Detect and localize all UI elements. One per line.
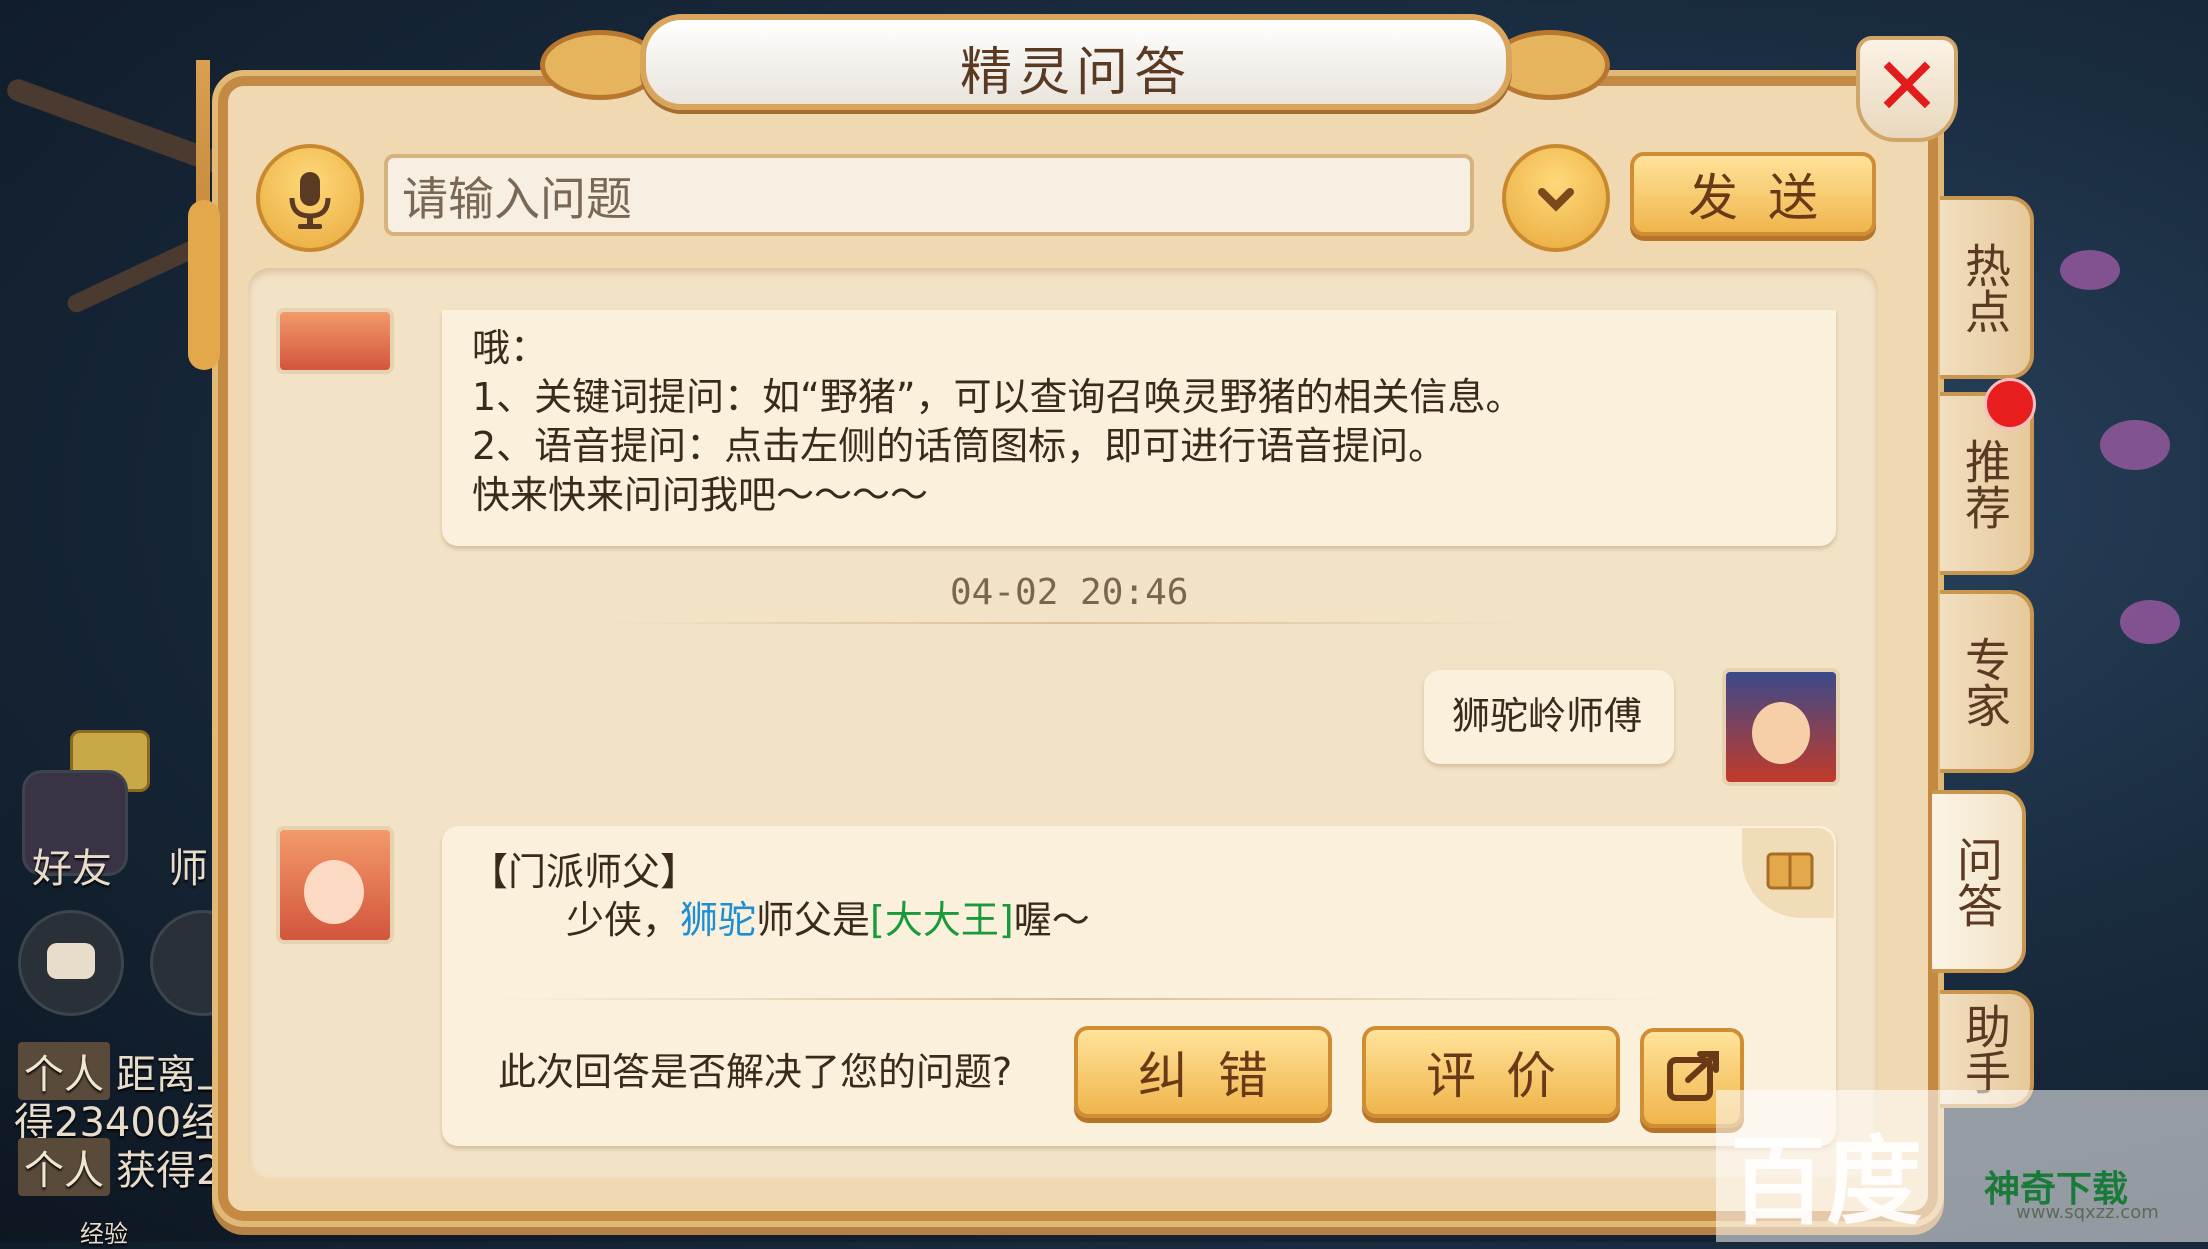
- spirit-avatar: [276, 826, 394, 944]
- microphone-icon: [289, 172, 331, 229]
- message-timestamp: 04-02 20:46: [950, 572, 1189, 613]
- chevron-down-icon: [1538, 188, 1574, 212]
- dialog-title: 精灵问答: [959, 43, 1192, 103]
- intro-line: 哦：: [472, 326, 549, 370]
- watermark: 百度 神奇下载 www.sqxzz.com: [1716, 1090, 2208, 1242]
- background-blossom: [2100, 420, 2170, 470]
- background-blossom: [2120, 600, 2180, 644]
- send-button[interactable]: 发送: [1630, 152, 1876, 236]
- question-input[interactable]: 请输入问题: [384, 154, 1474, 236]
- rate-button[interactable]: 评价: [1362, 1026, 1620, 1118]
- answer-text: 少侠，狮驼师父是[大大王]喔～: [566, 898, 1090, 942]
- tab-qa[interactable]: 问答: [1932, 790, 2026, 973]
- user-avatar: [1722, 668, 1840, 786]
- chat-icon[interactable]: [18, 910, 124, 1016]
- book-icon[interactable]: [1742, 828, 1834, 918]
- title-bar: 精灵问答: [640, 14, 1512, 110]
- answer-divider: [492, 998, 1672, 1000]
- intro-line: 快来快来问问我吧～～～～: [472, 473, 929, 517]
- spirit-avatar: [276, 308, 394, 374]
- watermark-url: www.sqxzz.com: [2016, 1202, 2159, 1223]
- close-icon: ✕: [1873, 40, 1941, 133]
- friends-label[interactable]: 好友: [32, 836, 112, 894]
- baidu-watermark-text: 百度: [1730, 1126, 1922, 1238]
- intro-bubble: 哦： 1、关键词提问：如“野猪”，可以查询召唤灵野猪的相关信息。 2、语音提问：…: [442, 310, 1836, 546]
- microphone-button[interactable]: [256, 144, 364, 252]
- exp-label: 经验: [80, 1220, 128, 1248]
- intro-line: 2、语音提问：点击左侧的话筒图标，即可进行语音提问。: [472, 424, 1447, 468]
- user-message: 狮驼岭师傅: [1452, 694, 1643, 738]
- user-bubble: 狮驼岭师傅: [1424, 670, 1674, 764]
- tab-expert[interactable]: 专家: [1940, 590, 2034, 773]
- intro-line: 1、关键词提问：如“野猪”，可以查询召唤灵野猪的相关信息。: [472, 375, 1524, 419]
- close-button[interactable]: ✕: [1856, 36, 1958, 142]
- hud-log-line: 个人 获得2: [18, 1138, 221, 1196]
- notification-badge: [1984, 378, 2036, 430]
- dropdown-button[interactable]: [1502, 144, 1610, 252]
- background-blossom: [2060, 250, 2120, 290]
- answer-heading: 【门派师父】: [470, 850, 699, 894]
- correct-error-button[interactable]: 纠错: [1074, 1026, 1332, 1118]
- tassel-ornament: [188, 200, 220, 370]
- master-label[interactable]: 师: [168, 836, 208, 894]
- feedback-question: 此次回答是否解决了您的问题?: [498, 1050, 1013, 1094]
- tab-hot[interactable]: 热点: [1940, 196, 2034, 379]
- timestamp-divider: [590, 622, 1540, 624]
